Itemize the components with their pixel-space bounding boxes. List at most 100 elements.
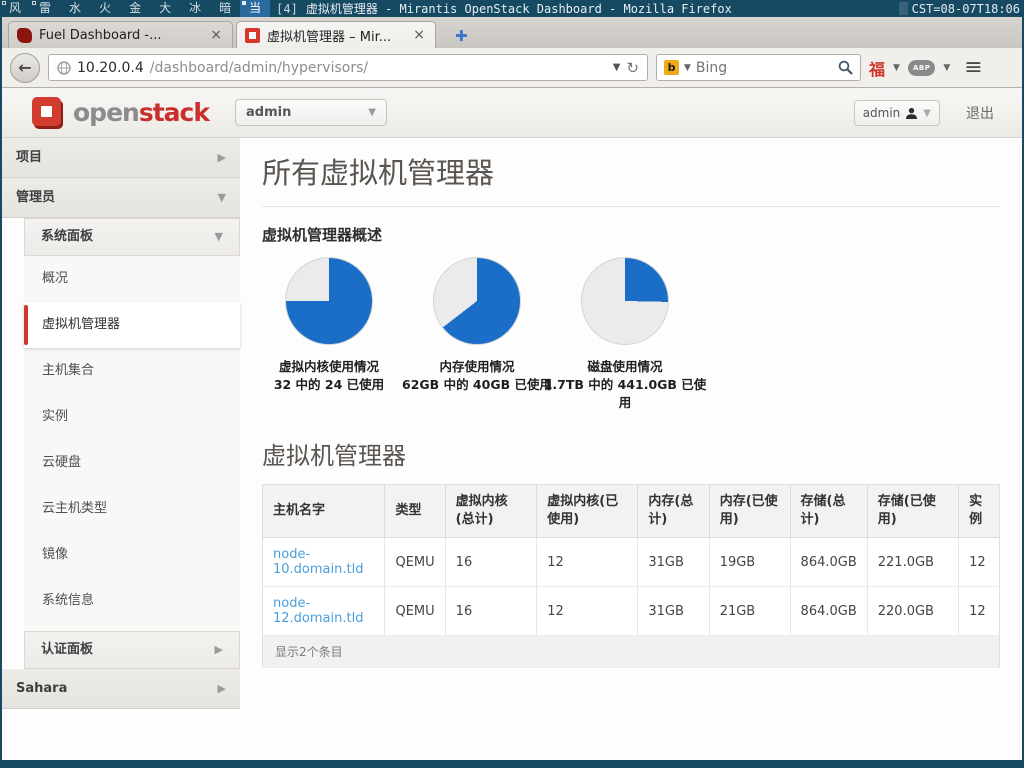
items-count: 显示2个条目 (263, 636, 1000, 668)
wm-tag[interactable]: 水 (60, 0, 90, 17)
sidebar-item-overview[interactable]: 概况 (24, 256, 240, 302)
page-title: 所有虚拟机管理器 (262, 150, 1000, 207)
dashboard-page: openstack admin ▼ admin ▼ 退出 项目 ▶ 管理员 ▼ (2, 88, 1022, 760)
close-icon[interactable]: × (411, 27, 427, 43)
wm-tag[interactable]: 暗 (210, 0, 240, 17)
back-button[interactable]: ← (10, 53, 40, 83)
sidebar-section-admin[interactable]: 管理员 ▼ (2, 178, 240, 218)
sidebar-section-identity-panel[interactable]: 认证面板 ▶ (24, 631, 240, 669)
adblock-plus-icon[interactable]: ABP (908, 60, 935, 76)
browser-tabbar: Fuel Dashboard -... × 虚拟机管理器 – Mir... × … (2, 17, 1022, 48)
project-selector-dropdown[interactable]: admin ▼ (235, 99, 387, 126)
user-icon (905, 107, 918, 120)
wm-tag[interactable]: 金 (120, 0, 150, 17)
cell-storage-total: 864.0GB (790, 587, 867, 636)
reload-icon[interactable]: ↻ (626, 59, 639, 77)
sidebar-item-volumes[interactable]: 云硬盘 (24, 440, 240, 486)
tag-label: 水 (69, 1, 81, 15)
sidebar-item-hypervisors[interactable]: 虚拟机管理器 (24, 302, 240, 348)
url-path: /dashboard/admin/hypervisors/ (150, 60, 607, 76)
sidebar-item-host-aggregates[interactable]: 主机集合 (24, 348, 240, 394)
vcpu-pie-chart (285, 257, 373, 345)
item-label: 概况 (42, 271, 68, 286)
hamburger-menu-icon[interactable]: ≡ (964, 58, 982, 78)
fortune-addon-icon[interactable]: 福 (869, 56, 885, 80)
cell-instances: 12 (959, 587, 1000, 636)
admin-panel-group: 系统面板 ▼ 概况 虚拟机管理器 主机集合 实例 云硬盘 云主机类型 镜像 系统… (24, 218, 240, 669)
abp-caret-icon[interactable]: ▼ (943, 63, 950, 73)
item-label: 系统信息 (42, 593, 94, 608)
cell-ram-used: 21GB (709, 587, 790, 636)
tag-label: 金 (129, 1, 141, 15)
tag-label: 大 (159, 1, 171, 15)
sidebar-item-system-info[interactable]: 系统信息 (24, 578, 240, 624)
disk-caption: 磁盘使用情况 1.7TB 中的 441.0GB 已使用 (541, 358, 709, 412)
cell-vcpus-used: 12 (537, 538, 638, 587)
new-tab-button[interactable]: ✚ (443, 24, 480, 48)
wm-tag[interactable]: 冰 (180, 0, 210, 17)
usage-charts-row: 虚拟内核使用情况 32 中的 24 已使用 内存使用情况 62GB 中的 40G… (255, 257, 1000, 412)
sidebar-section-system-panel[interactable]: 系统面板 ▼ (24, 218, 240, 256)
col-storage-used: 存储(已使用) (867, 485, 958, 538)
disk-pie-chart (581, 257, 669, 345)
tab-title: 虚拟机管理器 – Mir... (267, 26, 404, 45)
search-icon[interactable] (838, 60, 853, 75)
sidebar-item-instances[interactable]: 实例 (24, 394, 240, 440)
search-box[interactable]: b ▼ (656, 54, 861, 81)
engine-dropdown-caret-icon[interactable]: ▼ (684, 63, 691, 73)
item-label: 云主机类型 (42, 501, 107, 516)
chevron-down-icon: ▼ (923, 108, 931, 119)
sidebar-section-sahara[interactable]: Sahara ▶ (2, 669, 240, 709)
system-panel-items: 概况 虚拟机管理器 主机集合 实例 云硬盘 云主机类型 镜像 系统信息 (24, 256, 240, 624)
wm-tag[interactable]: 大 (150, 0, 180, 17)
fortune-caret-icon[interactable]: ▼ (893, 63, 900, 73)
cell-storage-used: 221.0GB (867, 538, 958, 587)
url-input[interactable]: 10.20.0.4 /dashboard/admin/hypervisors/ … (48, 54, 648, 81)
logout-link[interactable]: 退出 (966, 103, 994, 123)
wm-tag[interactable]: 火 (90, 0, 120, 17)
openstack-header: openstack admin ▼ admin ▼ 退出 (2, 88, 1022, 138)
tag-label: 暗 (219, 1, 231, 15)
hostname-link[interactable]: node-10.domain.tld (273, 547, 363, 577)
tag-label: 雷 (39, 1, 51, 15)
table-header-row: 主机名字 类型 虚拟内核(总计) 虚拟内核(已使用) 内存(总计) 内存(已使用… (263, 485, 1000, 538)
section-label: 系统面板 (41, 218, 93, 256)
tab-hypervisors-active[interactable]: 虚拟机管理器 – Mir... × (236, 21, 436, 48)
item-label: 实例 (42, 409, 68, 424)
sidebar-section-project[interactable]: 项目 ▶ (2, 138, 240, 178)
openstack-logo[interactable]: openstack (30, 96, 209, 130)
wm-layout-indicator: [4] (276, 2, 298, 16)
chevron-right-icon: ▶ (215, 631, 223, 669)
memory-pie-chart (433, 257, 521, 345)
sidebar-item-images[interactable]: 镜像 (24, 532, 240, 578)
close-icon[interactable]: × (208, 27, 224, 43)
wm-tag-selected[interactable]: 当 (240, 0, 270, 17)
table-row: node-12.domain.tld QEMU 16 12 31GB 21GB … (263, 587, 1000, 636)
user-menu-button[interactable]: admin ▼ (854, 100, 940, 126)
tab-fuel-dashboard[interactable]: Fuel Dashboard -... × (8, 21, 233, 48)
chevron-down-icon: ▼ (215, 218, 223, 256)
col-hostname: 主机名字 (263, 485, 385, 538)
search-input[interactable] (696, 60, 833, 76)
url-dropdown-caret-icon[interactable]: ▼ (613, 62, 621, 73)
wm-tag[interactable]: 风 (0, 0, 30, 17)
globe-icon (57, 61, 71, 75)
wm-tag[interactable]: 雷 (30, 0, 60, 17)
wm-taskbar: 风 雷 水 火 金 大 冰 暗 当 [4] 虚拟机管理器 - Mirantis … (0, 0, 1024, 17)
sidebar-item-flavors[interactable]: 云主机类型 (24, 486, 240, 532)
tag-label: 当 (249, 1, 261, 15)
cell-vcpus-used: 12 (537, 587, 638, 636)
cell-ram-total: 31GB (638, 587, 709, 636)
cell-vcpus-total: 16 (445, 587, 537, 636)
bing-engine-icon[interactable]: b (664, 60, 679, 75)
hostname-link[interactable]: node-12.domain.tld (273, 596, 363, 626)
summary-title: 虚拟机管理器概述 (262, 224, 1000, 245)
chevron-down-icon: ▼ (218, 178, 226, 218)
cell-storage-used: 220.0GB (867, 587, 958, 636)
url-host: 10.20.0.4 (77, 60, 144, 76)
cell-ram-used: 19GB (709, 538, 790, 587)
cell-vcpus-total: 16 (445, 538, 537, 587)
col-instances: 实例 (959, 485, 1000, 538)
systray-block (899, 2, 908, 15)
hypervisors-table: 主机名字 类型 虚拟内核(总计) 虚拟内核(已使用) 内存(总计) 内存(已使用… (262, 484, 1000, 668)
